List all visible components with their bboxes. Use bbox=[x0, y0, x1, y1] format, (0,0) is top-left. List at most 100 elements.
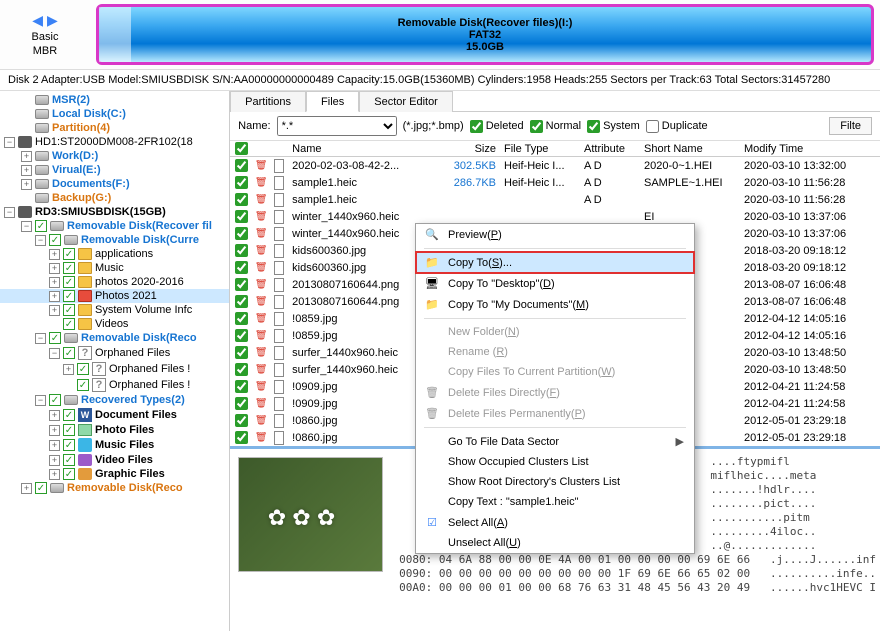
ctx-copy-to[interactable]: 📁Copy To(S)... bbox=[416, 252, 694, 273]
cell-name: !0909.jpg bbox=[288, 381, 430, 393]
tree-viruale[interactable]: +Virual(E:) bbox=[0, 163, 229, 177]
cell-mtime: 2020-03-10 13:37:06 bbox=[740, 228, 880, 240]
table-row[interactable]: 🗑2020-02-03-08-42-2...302.5KBHeif-Heic I… bbox=[230, 157, 880, 174]
partition-bar[interactable]: Removable Disk(Recover files)(I:) FAT32 … bbox=[96, 4, 874, 65]
row-checkbox[interactable] bbox=[235, 363, 248, 376]
tree-docsf[interactable]: +Documents(F:) bbox=[0, 177, 229, 191]
row-checkbox[interactable] bbox=[235, 261, 248, 274]
col-short[interactable]: Short Name bbox=[640, 143, 740, 155]
ctx-goto-sector[interactable]: Go To File Data Sector▶ bbox=[416, 431, 694, 452]
tree-videofiles[interactable]: +✓Video Files bbox=[0, 453, 229, 467]
mbr-box: ◀ ▶ Basic MBR bbox=[0, 0, 90, 69]
row-checkbox[interactable] bbox=[235, 210, 248, 223]
col-attr[interactable]: Attribute bbox=[580, 143, 640, 155]
tree-photos2016[interactable]: +✓photos 2020-2016 bbox=[0, 275, 229, 289]
tree-hd1[interactable]: −HD1:ST2000DM008-2FR102(18 bbox=[0, 135, 229, 149]
folder-icon bbox=[78, 248, 92, 260]
row-checkbox[interactable] bbox=[235, 431, 248, 444]
tab-partitions[interactable]: Partitions bbox=[230, 91, 306, 112]
disk-icon bbox=[35, 109, 49, 119]
tree-removable2[interactable]: +✓Removable Disk(Reco bbox=[0, 481, 229, 495]
tree-graphicfiles[interactable]: +✓Graphic Files bbox=[0, 467, 229, 481]
ctx-show-clusters[interactable]: Show Occupied Clusters List bbox=[416, 452, 694, 472]
system-checkbox[interactable]: System bbox=[587, 120, 640, 133]
collapse-icon[interactable]: − bbox=[4, 137, 15, 148]
tree-backupg[interactable]: Backup(G:) bbox=[0, 191, 229, 205]
ctx-select-all[interactable]: ☑Select All(A) bbox=[416, 512, 694, 533]
tree-apps[interactable]: +✓applications bbox=[0, 247, 229, 261]
name-pattern-select[interactable]: *.* bbox=[277, 116, 397, 136]
tree-msr[interactable]: MSR(2) bbox=[0, 93, 229, 107]
tree-workd[interactable]: +Work(D:) bbox=[0, 149, 229, 163]
cell-size: 286.7KB bbox=[430, 177, 500, 189]
ctx-preview[interactable]: 🔍Preview(P) bbox=[416, 224, 694, 245]
row-checkbox[interactable] bbox=[235, 176, 248, 189]
row-checkbox[interactable] bbox=[235, 380, 248, 393]
row-checkbox[interactable] bbox=[235, 414, 248, 427]
row-checkbox[interactable] bbox=[235, 159, 248, 172]
tab-sector-editor[interactable]: Sector Editor bbox=[359, 91, 453, 112]
ctx-rename: Rename (R) bbox=[416, 342, 694, 362]
tree-localc[interactable]: Local Disk(C:) bbox=[0, 107, 229, 121]
expand-icon[interactable]: + bbox=[21, 151, 32, 162]
row-checkbox[interactable] bbox=[235, 312, 248, 325]
tree-videos[interactable]: ✓Videos bbox=[0, 317, 229, 331]
filter-button[interactable]: Filte bbox=[829, 117, 872, 135]
table-row[interactable]: 🗑sample1.heicA D2020-03-10 11:56:28 bbox=[230, 191, 880, 208]
row-checkbox[interactable] bbox=[235, 278, 248, 291]
row-checkbox[interactable] bbox=[235, 295, 248, 308]
trash-icon: 🗑 bbox=[255, 194, 268, 205]
file-icon bbox=[274, 159, 284, 173]
select-all-checkbox[interactable] bbox=[235, 142, 248, 155]
checkbox-icon[interactable]: ✓ bbox=[35, 220, 47, 232]
nav-arrows-icon[interactable]: ◀ ▶ bbox=[32, 12, 57, 29]
deleted-checkbox[interactable]: Deleted bbox=[470, 120, 524, 133]
tree-rectypes[interactable]: −✓Recovered Types(2) bbox=[0, 393, 229, 407]
trash-icon: 🗑 bbox=[255, 330, 268, 341]
ctx-unselect-all[interactable]: Unselect All(U) bbox=[416, 533, 694, 553]
video-icon bbox=[78, 454, 92, 466]
table-row[interactable]: 🗑sample1.heic286.7KBHeif-Heic I...A DSAM… bbox=[230, 174, 880, 191]
ctx-copy-text[interactable]: Copy Text : "sample1.heic" bbox=[416, 492, 694, 512]
col-mtime[interactable]: Modify Time bbox=[740, 143, 880, 155]
row-checkbox[interactable] bbox=[235, 329, 248, 342]
cell-short: EI bbox=[640, 211, 740, 223]
tree-removable-reco[interactable]: −✓Removable Disk(Reco bbox=[0, 331, 229, 345]
cell-attr: A D bbox=[580, 160, 640, 172]
ctx-copy-docs[interactable]: 📁Copy To "My Documents"(M) bbox=[416, 294, 694, 315]
row-checkbox[interactable] bbox=[235, 397, 248, 410]
trash-icon: 🗑 bbox=[255, 381, 268, 392]
cell-short: 2020-0~1.HEI bbox=[640, 160, 740, 172]
normal-checkbox[interactable]: Normal bbox=[530, 120, 581, 133]
tree-part4[interactable]: Partition(4) bbox=[0, 121, 229, 135]
tab-files[interactable]: Files bbox=[306, 91, 359, 112]
tree-orphan-sub1[interactable]: +✓?Orphaned Files ! bbox=[0, 361, 229, 377]
cell-mtime: 2013-08-07 16:06:48 bbox=[740, 296, 880, 308]
col-size[interactable]: Size bbox=[430, 143, 500, 155]
flower-image-icon bbox=[239, 458, 382, 571]
tree-orphan[interactable]: −✓?Orphaned Files bbox=[0, 345, 229, 361]
ctx-copy-desktop[interactable]: 🖥Copy To "Desktop"(D) bbox=[416, 273, 694, 294]
ctx-show-root[interactable]: Show Root Directory's Clusters List bbox=[416, 472, 694, 492]
cell-type: Heif-Heic I... bbox=[500, 177, 580, 189]
tree-musicfiles[interactable]: +✓Music Files bbox=[0, 437, 229, 453]
row-checkbox[interactable] bbox=[235, 193, 248, 206]
tree-sysvol[interactable]: +✓System Volume Infc bbox=[0, 303, 229, 317]
file-icon bbox=[274, 363, 284, 377]
tree-orphan-sub2[interactable]: ✓?Orphaned Files ! bbox=[0, 377, 229, 393]
row-checkbox[interactable] bbox=[235, 244, 248, 257]
tree-removable[interactable]: −✓Removable Disk(Recover fil bbox=[0, 219, 229, 233]
tree-music[interactable]: +✓Music bbox=[0, 261, 229, 275]
file-icon bbox=[274, 244, 284, 258]
tree-rd3[interactable]: −RD3:SMIUSBDISK(15GB) bbox=[0, 205, 229, 219]
tree-photos2021[interactable]: +✓Photos 2021 bbox=[0, 289, 229, 303]
disk-icon bbox=[35, 95, 49, 105]
tree-photofiles[interactable]: +✓Photo Files bbox=[0, 423, 229, 437]
tree-removable-current[interactable]: −✓Removable Disk(Curre bbox=[0, 233, 229, 247]
row-checkbox[interactable] bbox=[235, 227, 248, 240]
col-type[interactable]: File Type bbox=[500, 143, 580, 155]
row-checkbox[interactable] bbox=[235, 346, 248, 359]
tree-docfiles[interactable]: +✓WDocument Files bbox=[0, 407, 229, 423]
col-name[interactable]: Name bbox=[288, 143, 430, 155]
duplicate-checkbox[interactable]: Duplicate bbox=[646, 120, 708, 133]
